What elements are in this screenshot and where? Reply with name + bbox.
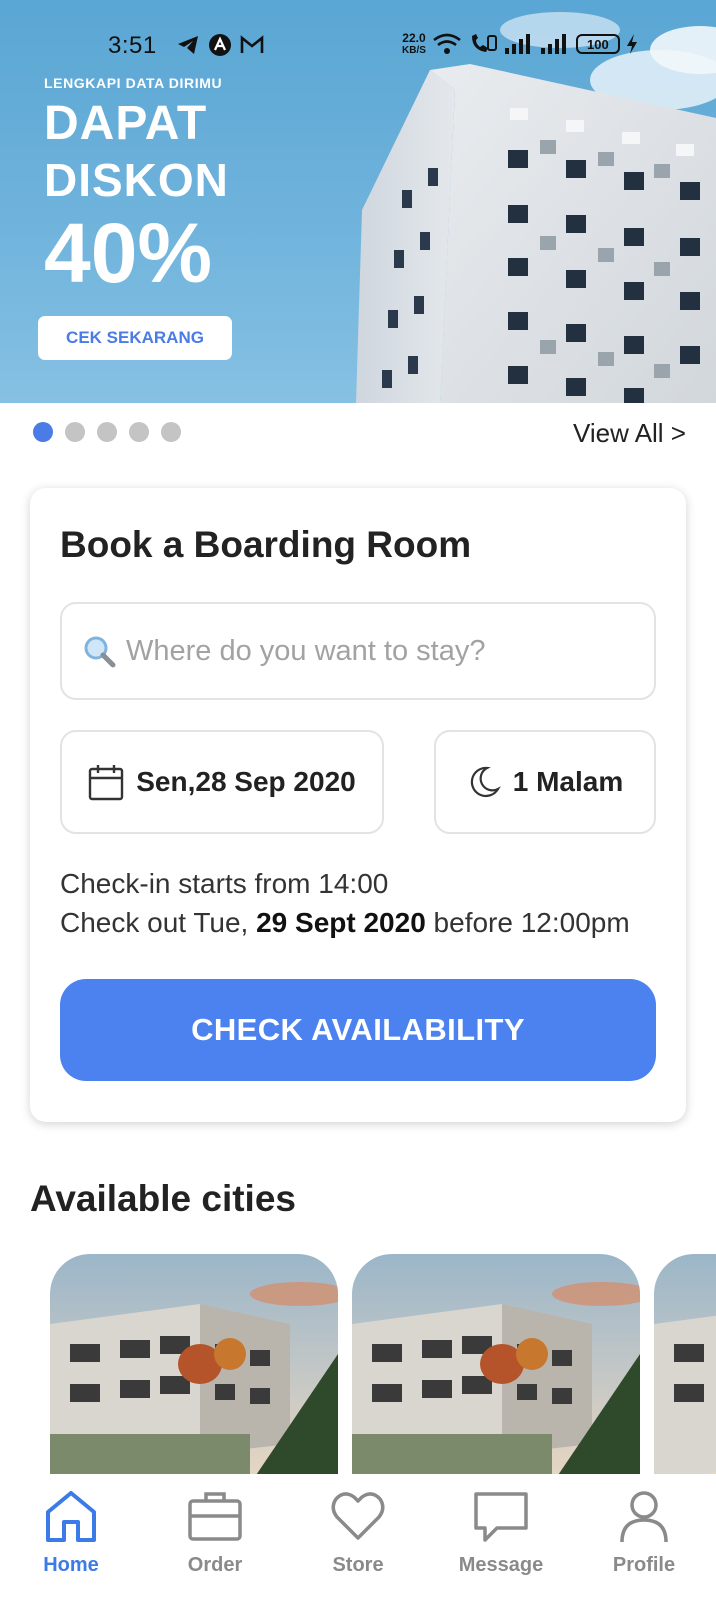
view-all-link[interactable]: View All > bbox=[573, 418, 686, 449]
home-icon bbox=[46, 1491, 96, 1542]
charging-icon bbox=[626, 34, 637, 54]
booking-title: Book a Boarding Room bbox=[60, 524, 472, 565]
app-a-icon bbox=[209, 34, 231, 56]
nav-label: Message bbox=[458, 1554, 544, 1576]
promo-discount-percent: 40% bbox=[44, 206, 213, 300]
checkout-date: 29 Sept 2020 bbox=[256, 907, 426, 938]
carousel-dot[interactable] bbox=[65, 422, 85, 442]
check-availability-button[interactable]: CHECK AVAILABILITY bbox=[60, 979, 656, 1081]
network-speed: 22.0 KB/S bbox=[402, 30, 426, 56]
carousel-dot[interactable] bbox=[33, 422, 53, 442]
nav-label: Profile bbox=[612, 1554, 676, 1576]
cities-carousel[interactable] bbox=[50, 1254, 716, 1474]
carousel-dot[interactable] bbox=[97, 422, 117, 442]
promo-headline-line2: DISKON bbox=[44, 154, 229, 206]
nav-profile[interactable]: Profile bbox=[584, 1488, 704, 1577]
signal-1-icon bbox=[504, 34, 530, 54]
profile-icon bbox=[620, 1491, 668, 1543]
nav-home[interactable]: Home bbox=[11, 1488, 131, 1577]
promo-headline-line1: DAPAT bbox=[44, 97, 208, 150]
message-icon bbox=[474, 1492, 528, 1542]
city-image bbox=[352, 1254, 640, 1474]
carousel-dot[interactable] bbox=[161, 422, 181, 442]
heart-icon bbox=[331, 1492, 385, 1540]
checkin-text: Check-in starts from 14:00 bbox=[60, 868, 389, 899]
available-cities-title: Available cities bbox=[30, 1178, 296, 1219]
carousel-dot[interactable] bbox=[129, 422, 149, 442]
signal-2-icon bbox=[540, 34, 566, 54]
nav-label: Order bbox=[187, 1554, 243, 1576]
bottom-navigation: Home Order Store Message Profile bbox=[0, 1474, 716, 1600]
battery-indicator: 100 bbox=[575, 34, 620, 54]
status-bar: 3:51 22.0 KB/S 100 bbox=[0, 26, 716, 66]
date-picker[interactable]: Sen,28 Sep 2020 bbox=[60, 730, 384, 834]
checkout-suffix: before 12:00pm bbox=[425, 907, 630, 938]
city-card[interactable] bbox=[50, 1254, 338, 1474]
nav-label: Store bbox=[332, 1554, 384, 1576]
promo-banner[interactable]: 3:51 22.0 KB/S 100 LENGKAPI DATA DIRIMU D… bbox=[0, 0, 716, 403]
cek-sekarang-button[interactable]: CEK SEKARANG bbox=[38, 316, 232, 360]
moon-icon bbox=[470, 766, 501, 798]
calendar-icon bbox=[89, 765, 124, 801]
nav-store[interactable]: Store bbox=[298, 1488, 418, 1577]
network-speed-unit: KB/S bbox=[402, 44, 426, 56]
checkout-prefix: Check out Tue, bbox=[60, 907, 257, 938]
status-notification-icons bbox=[176, 33, 264, 57]
nights-count: 1 Malam bbox=[512, 766, 624, 797]
wifi-icon bbox=[433, 33, 461, 54]
city-card[interactable] bbox=[352, 1254, 640, 1474]
promo-caption: LENGKAPI DATA DIRIMU bbox=[44, 75, 223, 91]
network-speed-value: 22.0 bbox=[402, 30, 426, 45]
booking-card: Book a Boarding Room Sen,28 Sep 2020 1 M… bbox=[30, 488, 686, 1122]
telegram-icon bbox=[178, 36, 198, 54]
checkin-info: Check-in starts from 14:00 Check out Tue… bbox=[60, 864, 630, 942]
search-input[interactable] bbox=[126, 634, 626, 668]
gmail-icon bbox=[240, 35, 264, 53]
city-image bbox=[654, 1254, 716, 1474]
checkout-text: Check out Tue, 29 Sept 2020 before 12:00… bbox=[60, 903, 630, 942]
nav-label: Home bbox=[43, 1554, 99, 1576]
nav-message[interactable]: Message bbox=[441, 1488, 561, 1577]
briefcase-icon bbox=[188, 1492, 242, 1541]
carousel-indicator bbox=[33, 422, 181, 442]
city-image bbox=[50, 1254, 338, 1474]
city-card[interactable] bbox=[654, 1254, 716, 1474]
status-time: 3:51 bbox=[108, 32, 157, 59]
selected-date: Sen,28 Sep 2020 bbox=[136, 766, 356, 797]
volte-call-icon bbox=[471, 34, 497, 52]
nights-picker[interactable]: 1 Malam bbox=[434, 730, 656, 834]
search-box[interactable] bbox=[60, 602, 656, 700]
search-icon bbox=[84, 636, 116, 668]
nav-order[interactable]: Order bbox=[155, 1488, 275, 1577]
status-system-icons: 22.0 KB/S 100 bbox=[402, 32, 638, 56]
